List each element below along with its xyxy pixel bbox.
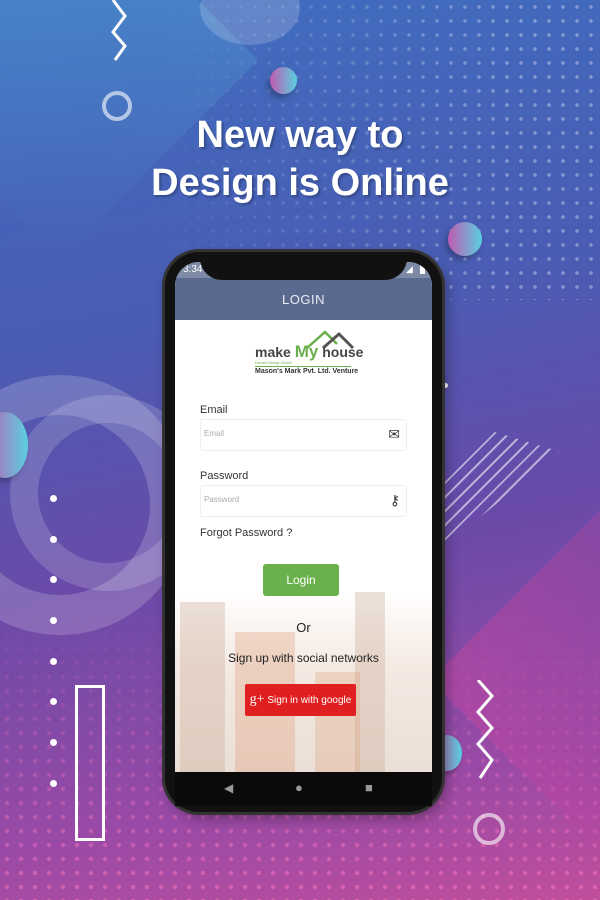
decor-dot <box>443 383 448 388</box>
logo-make: make <box>255 344 291 360</box>
email-label: Email <box>200 404 228 416</box>
recents-button[interactable]: ■ <box>365 780 373 795</box>
login-button[interactable]: Login <box>263 564 339 596</box>
or-text: Or <box>296 620 311 635</box>
password-field[interactable]: Password ⚷ <box>200 485 407 517</box>
decor-dot <box>50 658 57 665</box>
status-time: 3:34 <box>183 264 203 275</box>
makemyhouse-logo: make My house Dream.Design.Dwell Mason's… <box>255 330 363 380</box>
headline-line1: New way to <box>196 114 404 156</box>
home-button[interactable]: ● <box>295 780 303 795</box>
app-bar-title: LOGIN <box>175 278 432 320</box>
decor-dot <box>50 739 57 746</box>
headline-line2: Design is Online <box>151 162 449 204</box>
zigzag-icon <box>111 0 127 61</box>
social-text: Sign up with social networks <box>228 651 379 665</box>
decor-dot <box>50 536 57 543</box>
logo-house: house <box>322 344 364 360</box>
decor-dot <box>50 576 57 583</box>
back-button[interactable]: ◀ <box>224 781 233 795</box>
decor-dot <box>50 780 57 787</box>
logo-tagline: Dream.Design.Dwell <box>255 360 292 365</box>
decor-small-ring <box>473 813 505 845</box>
logo-venture: Mason's Mark Pvt. Ltd. Venture <box>255 366 359 375</box>
forgot-password-link[interactable]: Forgot Password ? <box>200 527 292 539</box>
phone-screen: 3:34 ⚙ ▼◢ LOGIN make My house Dream.Desi… <box>175 262 432 772</box>
phone-notch <box>200 252 407 280</box>
envelope-icon: ✉ <box>388 426 400 442</box>
decor-rectangle <box>75 685 105 841</box>
email-placeholder: Email <box>204 429 225 438</box>
battery-icon <box>420 264 425 274</box>
buildings-background <box>175 592 432 772</box>
email-field[interactable]: Email ✉ <box>200 419 407 451</box>
decor-dot <box>50 698 57 705</box>
decor-dot <box>50 617 57 624</box>
key-icon: ⚷ <box>389 492 400 508</box>
google-plus-icon: g+ <box>249 692 265 707</box>
nav-bar: ◀ ● ■ <box>175 772 432 806</box>
password-placeholder: Password <box>204 495 240 504</box>
google-signin-button[interactable]: g+ Sign in with google <box>245 684 356 716</box>
decor-ball <box>270 67 297 94</box>
zigzag-icon <box>476 680 494 779</box>
google-button-label: Sign in with google <box>267 695 352 706</box>
logo-my: My <box>294 342 319 361</box>
decor-ball <box>448 222 482 256</box>
decor-stripes <box>440 430 560 550</box>
decor-dot <box>50 495 57 502</box>
password-label: Password <box>200 470 249 482</box>
